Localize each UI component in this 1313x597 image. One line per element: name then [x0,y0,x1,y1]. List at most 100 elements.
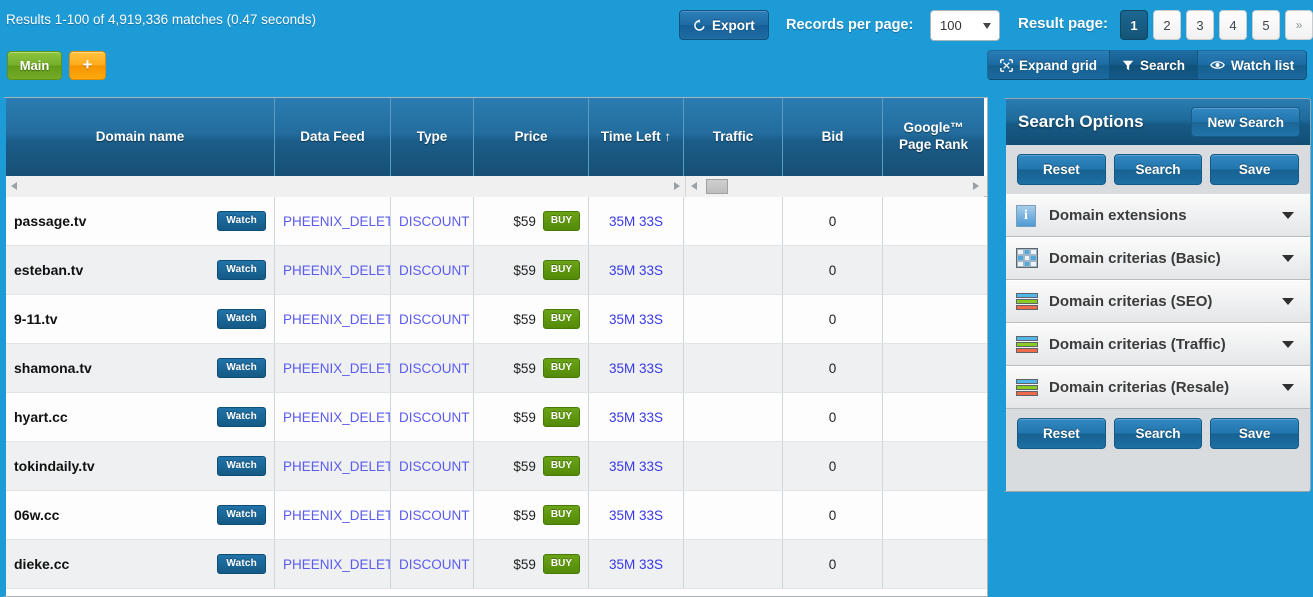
column-header-domain-name[interactable]: Domain name [6,98,275,176]
table-row[interactable]: tokindaily.tv Watch PHEENIX_DELET DISCOU… [6,442,987,491]
chevron-down-icon[interactable] [1282,212,1294,219]
column-header-type[interactable]: Type [391,98,474,176]
search-button-bottom[interactable]: Search [1114,418,1203,449]
cell-price: $59 BUY [474,393,589,441]
accordion-domain-criterias-resale[interactable]: Domain criterias (Resale) [1006,366,1310,409]
buy-button[interactable]: BUY [543,407,580,427]
table-row[interactable]: 06w.cc Watch PHEENIX_DELET DISCOUNT $59 … [6,491,987,540]
buy-button[interactable]: BUY [543,358,580,378]
buy-button[interactable]: BUY [543,260,580,280]
column-header-data-feed[interactable]: Data Feed [275,98,391,176]
cell-bid: 0 [783,246,883,294]
cell-data-feed[interactable]: PHEENIX_DELET [275,246,391,294]
new-search-button[interactable]: New Search [1191,107,1300,137]
cell-data-feed[interactable]: PHEENIX_DELET [275,442,391,490]
table-row[interactable]: esteban.tv Watch PHEENIX_DELET DISCOUNT … [6,246,987,295]
cell-time-left[interactable]: 35M 33S [589,295,684,343]
search-tab[interactable]: Search [1110,50,1198,80]
page-button-1[interactable]: 1 [1120,10,1148,40]
scroll-left-arrow-icon[interactable] [11,182,17,190]
watch-button[interactable]: Watch [217,211,266,231]
watch-button[interactable]: Watch [217,407,266,427]
table-row[interactable]: shamona.tv Watch PHEENIX_DELET DISCOUNT … [6,344,987,393]
page-button-2[interactable]: 2 [1153,10,1181,40]
page-button-4[interactable]: 4 [1219,10,1247,40]
page-button-5[interactable]: 5 [1252,10,1280,40]
horizontal-scrollbar-left[interactable] [6,176,686,197]
table-row[interactable]: hyart.cc Watch PHEENIX_DELET DISCOUNT $5… [6,393,987,442]
scrollbar-thumb[interactable] [706,179,728,194]
cell-type[interactable]: DISCOUNT [391,393,474,441]
records-per-page-select[interactable]: 100 [930,10,1000,41]
cell-type[interactable]: DISCOUNT [391,442,474,490]
cell-type[interactable]: DISCOUNT [391,540,474,588]
accordion-domain-extensions[interactable]: i Domain extensions [1006,194,1310,237]
save-button-bottom[interactable]: Save [1210,418,1299,449]
page-next-button[interactable]: » [1285,10,1313,40]
cell-time-left[interactable]: 35M 33S [589,197,684,245]
column-header-traffic[interactable]: Traffic [684,98,783,176]
column-header-price[interactable]: Price [474,98,589,176]
buy-button[interactable]: BUY [543,211,580,231]
scroll-right-arrow-icon[interactable] [674,182,680,190]
column-header-bid[interactable]: Bid [783,98,883,176]
chevron-down-icon[interactable] [1282,298,1294,305]
accordion-domain-criterias-seo[interactable]: Domain criterias (SEO) [1006,280,1310,323]
cell-data-feed[interactable]: PHEENIX_DELET [275,540,391,588]
search-button-top[interactable]: Search [1114,154,1203,185]
horizontal-scrollbar-right[interactable] [686,176,984,197]
tab-add-button[interactable]: + [69,51,106,80]
watch-button[interactable]: Watch [217,358,266,378]
export-label: Export [712,18,755,33]
cell-time-left[interactable]: 35M 33S [589,442,684,490]
tab-main[interactable]: Main [7,51,62,80]
buy-button[interactable]: BUY [543,309,580,329]
save-button-top[interactable]: Save [1210,154,1299,185]
cell-time-left[interactable]: 35M 33S [589,540,684,588]
export-button[interactable]: Export [679,10,769,40]
watch-button[interactable]: Watch [217,505,266,525]
watch-list-tab[interactable]: Watch list [1198,50,1307,80]
price-text: $59 [513,361,536,376]
chevron-down-icon[interactable] [1282,255,1294,262]
column-header-time-left[interactable]: Time Left ↑ [589,98,684,176]
cell-data-feed[interactable]: PHEENIX_DELET [275,491,391,539]
buy-button[interactable]: BUY [543,456,580,476]
cell-type[interactable]: DISCOUNT [391,246,474,294]
accordion-domain-criterias-basic[interactable]: Domain criterias (Basic) [1006,237,1310,280]
cell-time-left[interactable]: 35M 33S [589,344,684,392]
watch-button[interactable]: Watch [217,260,266,280]
chevron-down-icon[interactable] [1282,384,1294,391]
watch-button[interactable]: Watch [217,456,266,476]
watch-button[interactable]: Watch [217,309,266,329]
table-row[interactable]: passage.tv Watch PHEENIX_DELET DISCOUNT … [6,197,987,246]
buy-button[interactable]: BUY [543,554,580,574]
table-row[interactable]: 9-11.tv Watch PHEENIX_DELET DISCOUNT $59… [6,295,987,344]
cell-time-left[interactable]: 35M 33S [589,246,684,294]
cell-type[interactable]: DISCOUNT [391,344,474,392]
cell-data-feed[interactable]: PHEENIX_DELET [275,393,391,441]
cell-time-left[interactable]: 35M 33S [589,491,684,539]
scroll-left-arrow-icon-2[interactable] [691,182,697,190]
table-row[interactable]: dieke.cc Watch PHEENIX_DELET DISCOUNT $5… [6,540,987,589]
watch-button[interactable]: Watch [217,554,266,574]
cell-time-left[interactable]: 35M 33S [589,393,684,441]
cell-type[interactable]: DISCOUNT [391,295,474,343]
expand-grid-tab[interactable]: Expand grid [987,50,1110,80]
cell-data-feed[interactable]: PHEENIX_DELET [275,344,391,392]
cell-type[interactable]: DISCOUNT [391,491,474,539]
reset-button-bottom[interactable]: Reset [1017,418,1106,449]
cell-data-feed[interactable]: PHEENIX_DELET [275,295,391,343]
column-header-google-page-rank[interactable]: Google™ Page Rank [883,98,984,176]
cell-bid: 0 [783,540,883,588]
search-tab-label: Search [1140,58,1185,73]
scroll-right-arrow-icon-2[interactable] [973,182,979,190]
page-button-3[interactable]: 3 [1186,10,1214,40]
cell-type[interactable]: DISCOUNT [391,197,474,245]
buy-button[interactable]: BUY [543,505,580,525]
cell-data-feed[interactable]: PHEENIX_DELET [275,197,391,245]
accordion-label: Domain criterias (SEO) [1049,293,1282,310]
chevron-down-icon[interactable] [1282,341,1294,348]
accordion-domain-criterias-traffic[interactable]: Domain criterias (Traffic) [1006,323,1310,366]
reset-button-top[interactable]: Reset [1017,154,1106,185]
